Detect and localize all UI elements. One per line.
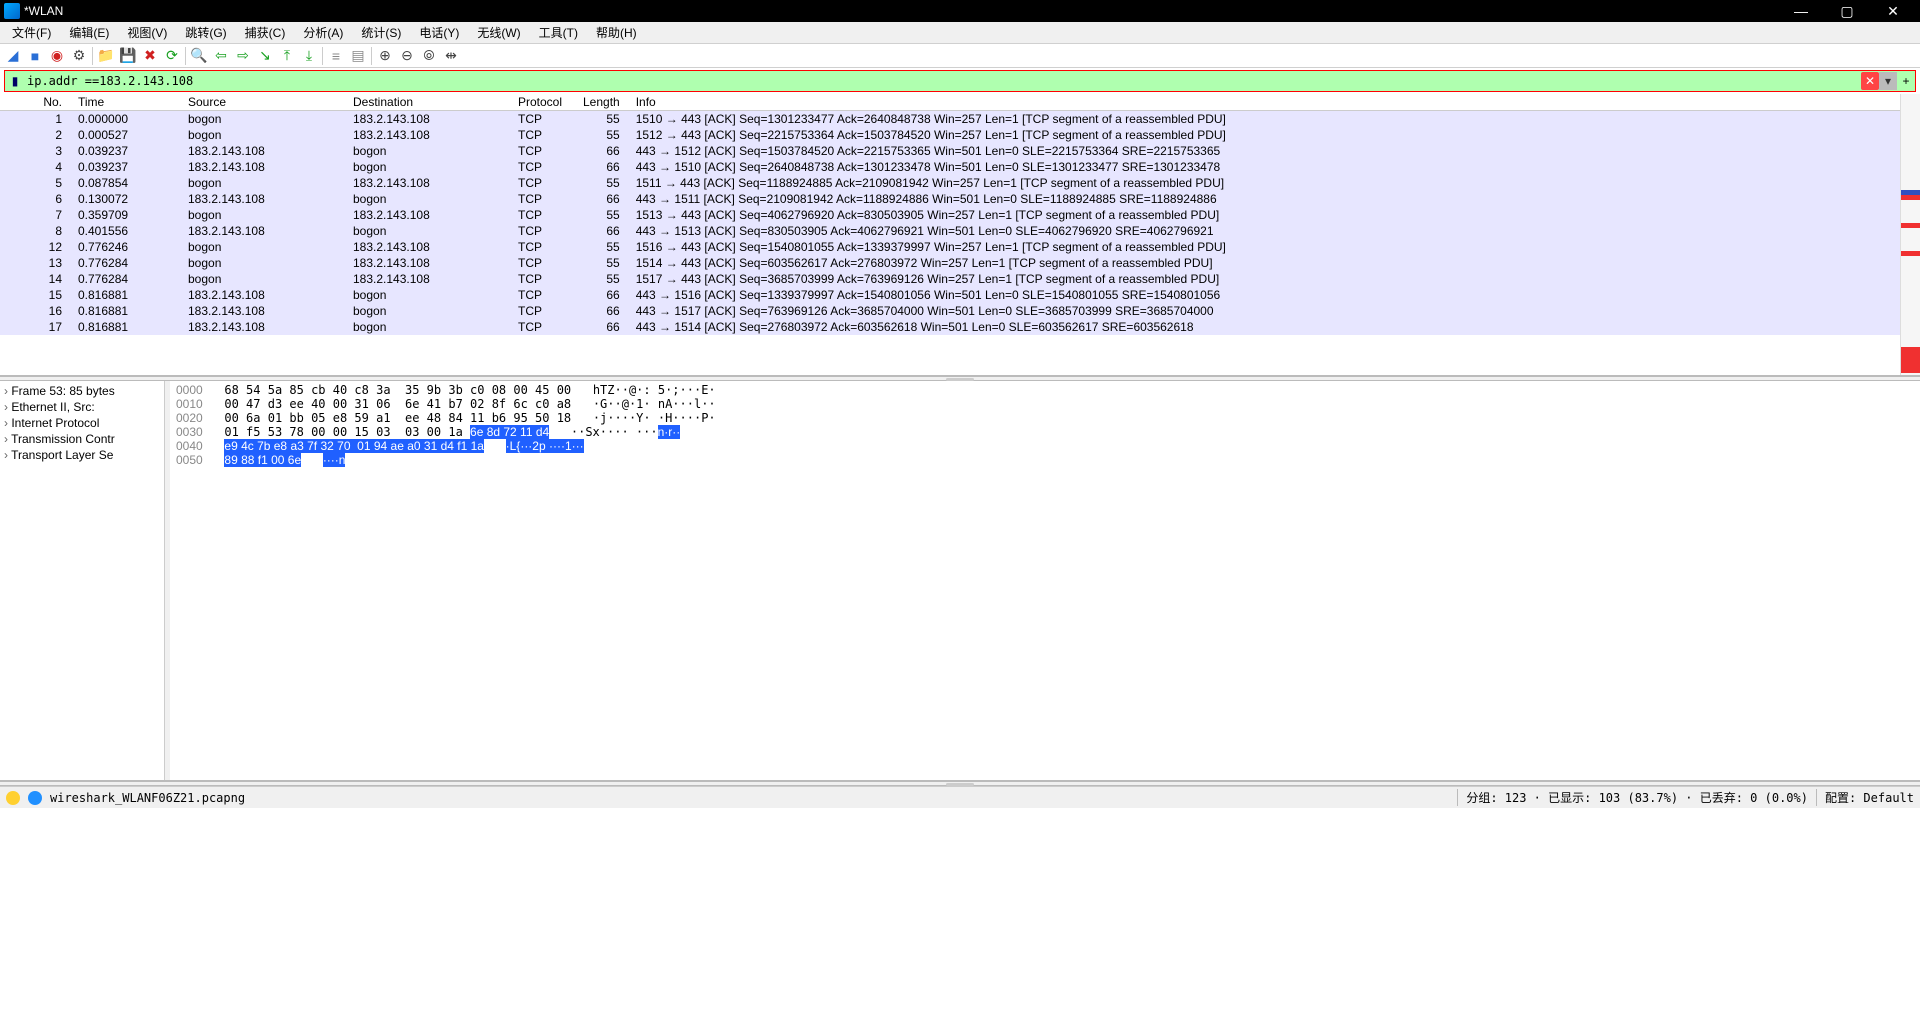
stop-capture-icon[interactable]: ■: [24, 45, 46, 67]
window-title: *WLAN: [24, 4, 1778, 18]
zoom-in-icon[interactable]: ⊕: [374, 45, 396, 67]
packet-row[interactable]: 120.776246bogon183.2.143.108TCP551516 → …: [0, 239, 1900, 255]
menu-wireless[interactable]: 无线(W): [469, 22, 528, 43]
filter-bar: ▮ ✕ ▾ +: [4, 70, 1916, 92]
status-filename: wireshark_WLANF06Z21.pcapng: [50, 791, 245, 805]
tree-frame[interactable]: Frame 53: 85 bytes: [0, 383, 164, 399]
add-filter-icon[interactable]: +: [1897, 72, 1915, 90]
zoom-reset-icon[interactable]: ⦾: [418, 45, 440, 67]
packet-row[interactable]: 60.130072183.2.143.108bogonTCP66443 → 15…: [0, 191, 1900, 207]
apply-filter-icon[interactable]: ▾: [1879, 72, 1897, 90]
separator: [371, 47, 372, 65]
menu-tools[interactable]: 工具(T): [531, 22, 586, 43]
col-proto[interactable]: Protocol: [510, 94, 575, 111]
last-icon[interactable]: ⤓: [298, 45, 320, 67]
packet-row[interactable]: 80.401556183.2.143.108bogonTCP66443 → 15…: [0, 223, 1900, 239]
capture-options-icon[interactable]: ⚙: [68, 45, 90, 67]
save-icon[interactable]: 💾: [117, 45, 139, 67]
auto-scroll-icon[interactable]: ≡: [325, 45, 347, 67]
bookmark-icon[interactable]: ▮: [5, 71, 25, 91]
details-panes: Frame 53: 85 bytes Ethernet II, Src: Int…: [0, 381, 1920, 781]
col-info[interactable]: Info: [628, 94, 1900, 111]
packet-row[interactable]: 50.087854bogon183.2.143.108TCP551511 → 4…: [0, 175, 1900, 191]
hex-view[interactable]: 0000 68 54 5a 85 cb 40 c8 3a 35 9b 3b c0…: [170, 381, 1920, 780]
separator: [92, 47, 93, 65]
col-time[interactable]: Time: [70, 94, 180, 111]
minimap-mark: [1901, 190, 1920, 195]
minimap-mark: [1901, 347, 1920, 373]
find-icon[interactable]: 🔍: [188, 45, 210, 67]
packet-row[interactable]: 70.359709bogon183.2.143.108TCP551513 → 4…: [0, 207, 1900, 223]
clear-filter-icon[interactable]: ✕: [1861, 72, 1879, 90]
app-icon: [4, 3, 20, 19]
toolbar: ◢ ■ ◉ ⚙ 📁 💾 ✖ ⟳ 🔍 ⇦ ⇨ ↘ ⤒ ⤓ ≡ ▤ ⊕ ⊖ ⦾ ⇹: [0, 44, 1920, 68]
packet-row[interactable]: 150.816881183.2.143.108bogonTCP66443 → 1…: [0, 287, 1900, 303]
menu-view[interactable]: 视图(V): [119, 22, 175, 43]
zoom-out-icon[interactable]: ⊖: [396, 45, 418, 67]
expert-info-icon[interactable]: [6, 791, 20, 805]
back-icon[interactable]: ⇦: [210, 45, 232, 67]
folder-open-icon[interactable]: 📁: [95, 45, 117, 67]
restart-capture-icon[interactable]: ◉: [46, 45, 68, 67]
separator: [185, 47, 186, 65]
minimap-mark: [1901, 223, 1920, 228]
tree-ip[interactable]: Internet Protocol: [0, 415, 164, 431]
titlebar: *WLAN — ▢ ✕: [0, 0, 1920, 22]
status-profile[interactable]: 配置: Default: [1816, 789, 1914, 806]
close-file-icon[interactable]: ✖: [139, 45, 161, 67]
menu-analyze[interactable]: 分析(A): [295, 22, 351, 43]
packet-row[interactable]: 30.039237183.2.143.108bogonTCP66443 → 15…: [0, 143, 1900, 159]
minimize-button[interactable]: —: [1778, 0, 1824, 22]
packet-row[interactable]: 40.039237183.2.143.108bogonTCP66443 → 15…: [0, 159, 1900, 175]
reload-icon[interactable]: ⟳: [161, 45, 183, 67]
tree-ethernet[interactable]: Ethernet II, Src:: [0, 399, 164, 415]
menu-edit[interactable]: 编辑(E): [61, 22, 117, 43]
menu-go[interactable]: 跳转(G): [177, 22, 234, 43]
menubar: 文件(F) 编辑(E) 视图(V) 跳转(G) 捕获(C) 分析(A) 统计(S…: [0, 22, 1920, 44]
menu-file[interactable]: 文件(F): [4, 22, 59, 43]
packet-minimap[interactable]: [1900, 94, 1920, 375]
packet-row[interactable]: 130.776284bogon183.2.143.108TCP551514 → …: [0, 255, 1900, 271]
col-source[interactable]: Source: [180, 94, 345, 111]
status-bar: wireshark_WLANF06Z21.pcapng 分组: 123 · 已显…: [0, 786, 1920, 808]
minimap-mark: [1901, 251, 1920, 256]
forward-icon[interactable]: ⇨: [232, 45, 254, 67]
packet-row[interactable]: 140.776284bogon183.2.143.108TCP551517 → …: [0, 271, 1900, 287]
menu-help[interactable]: 帮助(H): [588, 22, 645, 43]
hex-content: 0000 68 54 5a 85 cb 40 c8 3a 35 9b 3b c0…: [170, 381, 1920, 469]
menu-capture[interactable]: 捕获(C): [237, 22, 294, 43]
tree-tls[interactable]: Transport Layer Se: [0, 447, 164, 463]
resize-cols-icon[interactable]: ⇹: [440, 45, 462, 67]
status-packets: 分组: 123 · 已显示: 103 (83.7%) · 已丢弃: 0 (0.0…: [1457, 789, 1808, 806]
maximize-button[interactable]: ▢: [1824, 0, 1870, 22]
start-capture-icon[interactable]: ◢: [2, 45, 24, 67]
minimap-mark: [1901, 195, 1920, 200]
packet-row[interactable]: 20.000527bogon183.2.143.108TCP551512 → 4…: [0, 127, 1900, 143]
col-dest[interactable]: Destination: [345, 94, 510, 111]
menu-phone[interactable]: 电话(Y): [411, 22, 467, 43]
menu-stats[interactable]: 统计(S): [353, 22, 409, 43]
goto-icon[interactable]: ↘: [254, 45, 276, 67]
packet-row[interactable]: 10.000000bogon183.2.143.108TCP551510 → 4…: [0, 111, 1900, 128]
column-headers[interactable]: No. Time Source Destination Protocol Len…: [0, 94, 1900, 111]
col-len[interactable]: Length: [575, 94, 628, 111]
separator: [322, 47, 323, 65]
packet-tree[interactable]: Frame 53: 85 bytes Ethernet II, Src: Int…: [0, 381, 165, 780]
comment-icon[interactable]: [28, 791, 42, 805]
packet-row[interactable]: 160.816881183.2.143.108bogonTCP66443 → 1…: [0, 303, 1900, 319]
tree-tcp[interactable]: Transmission Contr: [0, 431, 164, 447]
close-button[interactable]: ✕: [1870, 0, 1916, 22]
first-icon[interactable]: ⤒: [276, 45, 298, 67]
display-filter-input[interactable]: [25, 74, 1861, 88]
col-no[interactable]: No.: [0, 94, 70, 111]
colorize-icon[interactable]: ▤: [347, 45, 369, 67]
packet-row[interactable]: 170.816881183.2.143.108bogonTCP66443 → 1…: [0, 319, 1900, 335]
packet-list[interactable]: No. Time Source Destination Protocol Len…: [0, 94, 1920, 376]
